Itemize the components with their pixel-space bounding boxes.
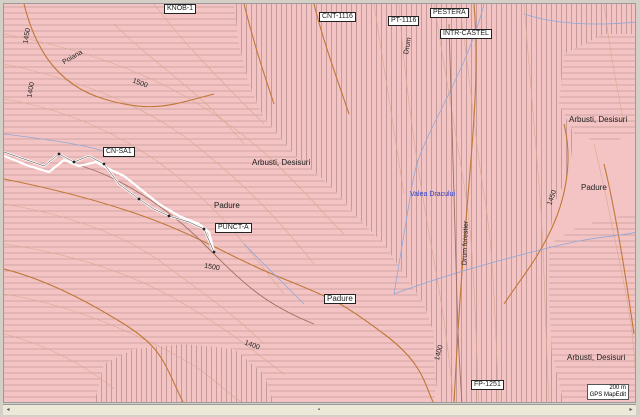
- area-label: Padure: [214, 201, 240, 210]
- area-label: Arbusti, Desisuri: [569, 115, 628, 124]
- marker-label[interactable]: PT-1116: [388, 16, 420, 26]
- area-label: Padure: [581, 183, 607, 192]
- marker-label[interactable]: Padure: [324, 294, 356, 304]
- stream-label: Valea Dracului: [410, 191, 456, 198]
- marker-label[interactable]: FP-1251: [471, 380, 504, 390]
- scroll-left-icon[interactable]: ◂: [4, 406, 12, 414]
- area-label: Arbusti, Desisuri: [567, 353, 626, 362]
- map-canvas[interactable]: KNOB-1 CNT-1116 PT-1116 PESTERA INTR-CAS…: [3, 3, 636, 403]
- forest-area-east: [549, 214, 635, 402]
- marker-label[interactable]: PESTERA: [430, 8, 469, 18]
- marker-label[interactable]: CNT-1116: [319, 12, 356, 22]
- road-label: Drum forestier: [461, 220, 470, 266]
- area-label: Arbusti, Desisuri: [252, 158, 311, 167]
- map-graphics[interactable]: [4, 4, 636, 403]
- marker-label[interactable]: CN-SA1: [103, 147, 135, 157]
- scroll-thumb-icon[interactable]: ▪: [315, 406, 323, 414]
- scale-distance: 200 m: [609, 385, 626, 391]
- marker-label[interactable]: PUNCT-A: [215, 223, 252, 233]
- horizontal-scrollbar[interactable]: ◂ ▪ ▸: [3, 404, 636, 415]
- map-attribution: GPS MapEdit: [589, 392, 626, 398]
- scroll-right-icon[interactable]: ▸: [627, 406, 635, 414]
- scale-bar: 200 m GPS MapEdit: [586, 384, 629, 400]
- map-window: KNOB-1 CNT-1116 PT-1116 PESTERA INTR-CAS…: [0, 0, 640, 417]
- marker-label[interactable]: KNOB-1: [164, 4, 197, 14]
- marker-label[interactable]: INTR-CASTEL: [440, 29, 492, 39]
